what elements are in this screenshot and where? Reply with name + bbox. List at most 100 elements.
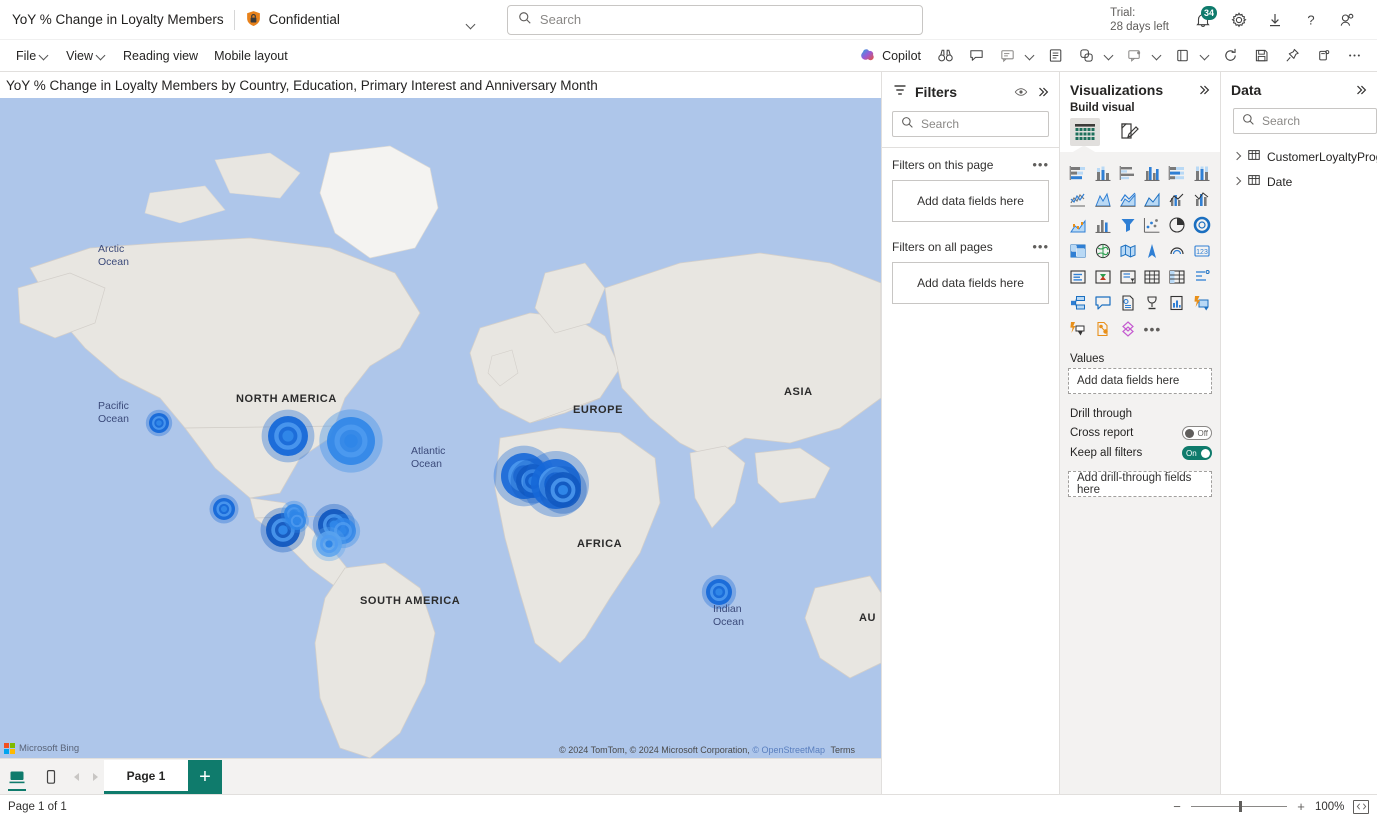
line-chart-icon[interactable] [1066,186,1090,211]
prev-page-icon[interactable] [68,760,86,794]
menu-reading-view[interactable]: Reading view [115,44,206,68]
menu-view[interactable]: View [58,44,115,68]
eye-hide-icon[interactable] [1013,84,1029,100]
teams-icon[interactable] [1308,43,1338,69]
clustered-column-chart-icon[interactable] [1141,160,1165,185]
filters-all-more-icon[interactable]: ••• [1032,243,1049,251]
narrative-icon[interactable] [1091,290,1115,315]
terms-link[interactable]: Terms [831,745,856,755]
key-influencers-icon[interactable] [1116,290,1140,315]
chat-in-teams-icon[interactable] [992,43,1022,69]
share-chevron-down-icon[interactable] [1102,43,1118,69]
save-icon[interactable] [1246,43,1276,69]
cross-report-toggle[interactable]: Off [1182,426,1212,440]
stacked-bar-chart-icon[interactable] [1066,160,1090,185]
notifications-bell-icon[interactable]: 34 [1187,4,1219,36]
refresh-icon[interactable] [1215,43,1245,69]
download-icon[interactable] [1259,4,1291,36]
line-stacked-column-icon[interactable] [1141,186,1165,211]
line-clustered-column-icon[interactable] [1165,186,1189,211]
menu-mobile-layout[interactable]: Mobile layout [206,44,296,68]
card-icon[interactable] [1165,238,1189,263]
more-visuals-icon[interactable]: ••• [1141,316,1165,341]
clustered-bar-chart-icon[interactable] [1116,160,1140,185]
paginated-report-icon[interactable] [1141,290,1165,315]
multi-row-card-icon[interactable]: 123 [1190,238,1214,263]
zoom-slider-thumb[interactable] [1239,801,1242,812]
data-search-input[interactable] [1262,114,1368,128]
100-stacked-bar-chart-icon[interactable] [1165,160,1189,185]
search-input[interactable] [540,12,912,27]
zoom-slider[interactable] [1191,806,1287,807]
table-icon[interactable] [1116,264,1140,289]
data-search-box[interactable] [1233,108,1377,134]
mobile-layout-icon[interactable] [34,760,68,794]
treemap-icon[interactable] [1190,212,1214,237]
decomposition-tree-icon[interactable] [1190,264,1214,289]
add-page-button[interactable]: + [188,760,222,794]
copilot-button[interactable]: Copilot [852,43,929,68]
chevron-right-icon[interactable] [1233,178,1241,186]
donut-chart-icon[interactable] [1165,212,1189,237]
values-dropzone[interactable]: Add data fields here [1068,368,1212,394]
zoom-in-button[interactable]: + [1295,799,1307,814]
bookmark-view-icon[interactable] [1040,43,1070,69]
q-and-a-icon[interactable] [1066,290,1090,315]
map-bubble[interactable] [319,409,382,472]
fit-to-page-icon[interactable] [1353,800,1369,814]
matrix-icon[interactable] [1141,264,1165,289]
area-chart-icon[interactable] [1091,186,1115,211]
gauge-chart-icon[interactable] [1141,238,1165,263]
map-bubble[interactable] [539,466,587,514]
map-icon[interactable] [1066,238,1090,263]
new-window-chevron-down-icon[interactable] [1198,43,1214,69]
collapse-pane-icon[interactable] [1353,82,1369,98]
metrics-icon[interactable] [1190,290,1214,315]
data-table-date[interactable]: Date [1221,169,1377,194]
drill-through-dropzone[interactable]: Add drill-through fields here [1068,471,1212,497]
more-options-icon[interactable] [1339,43,1369,69]
collapse-pane-icon[interactable] [1035,84,1051,100]
azure-map-icon[interactable] [1116,238,1140,263]
power-automate-icon[interactable] [1116,316,1140,341]
format-paintbrush-icon[interactable] [1114,118,1144,146]
subscribe-chevron-down-icon[interactable] [1150,43,1166,69]
zoom-out-button[interactable]: − [1171,799,1183,814]
filters-all-dropzone[interactable]: Add data fields here [892,262,1049,304]
data-table-customerloyaltyprogram[interactable]: CustomerLoyaltyProgr... [1221,144,1377,169]
smart-narrative-icon[interactable] [1066,316,1090,341]
ribbon-chart-icon[interactable] [1190,186,1214,211]
stacked-column-chart-icon[interactable] [1091,160,1115,185]
stacked-area-chart-icon[interactable] [1116,186,1140,211]
filters-page-more-icon[interactable]: ••• [1032,161,1049,169]
openstreetmap-link[interactable]: © OpenStreetMap [752,745,825,755]
waterfall-chart-icon[interactable] [1066,212,1090,237]
help-question-icon[interactable]: ? [1295,4,1327,36]
pin-icon[interactable] [1277,43,1307,69]
filled-map-icon[interactable] [1091,238,1115,263]
settings-gear-icon[interactable] [1223,4,1255,36]
account-manager-icon[interactable] [1331,4,1363,36]
map-visual[interactable]: Arctic Ocean Pacific Ocean Atlantic Ocea… [0,98,881,758]
scatter-chart-icon[interactable] [1116,212,1140,237]
global-search-box[interactable] [507,5,923,35]
comment-icon[interactable] [961,43,991,69]
visual-type-grid[interactable]: 123 ••• [1066,160,1214,341]
page-tab-page-1[interactable]: Page 1 [104,760,188,794]
slicer-icon[interactable] [1091,264,1115,289]
kpi-icon[interactable] [1066,264,1090,289]
subscribe-icon[interactable] [1119,43,1149,69]
map-bubble[interactable] [209,494,238,523]
filters-search-box[interactable] [892,111,1049,137]
new-window-icon[interactable] [1167,43,1197,69]
chevron-right-icon[interactable] [1233,153,1241,161]
filters-search-input[interactable] [921,117,1040,131]
next-page-icon[interactable] [86,760,104,794]
desktop-layout-icon[interactable] [0,760,34,794]
collapse-pane-icon[interactable] [1196,82,1212,98]
map-bubble[interactable] [702,575,736,609]
keep-all-filters-toggle[interactable]: On [1182,446,1212,460]
pie-chart-icon[interactable] [1141,212,1165,237]
menu-file[interactable]: File [8,44,58,68]
sensitivity-label-button[interactable]: Confidential [245,10,467,30]
